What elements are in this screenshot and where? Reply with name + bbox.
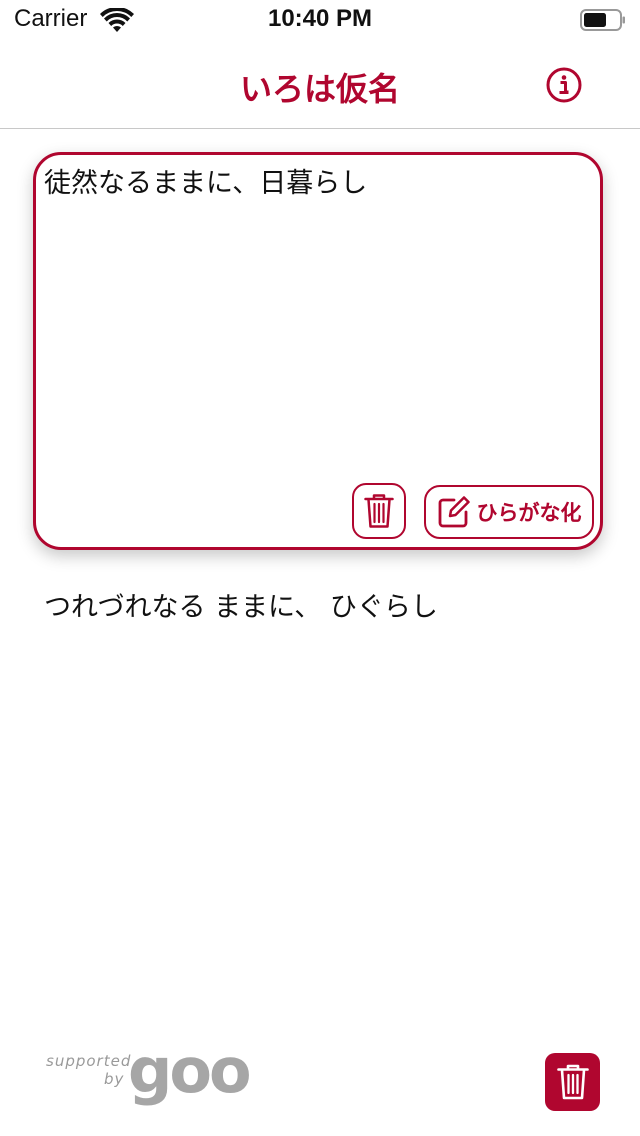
input-text-area[interactable]: 徒然なるままに、日暮らし ひらがな化 [33,152,603,550]
input-text[interactable]: 徒然なるままに、日暮らし [44,167,580,201]
page-title: いろは仮名 [239,70,400,108]
trash-icon [556,1064,589,1100]
supported-label: supported [46,1052,132,1070]
navigation-bar: いろは仮名 [0,40,640,129]
edit-square-icon [438,496,470,528]
by-label: by [104,1070,125,1088]
convert-button-label: ひらがな化 [476,501,582,525]
battery-icon [580,9,625,31]
status-time: 10:40 PM [267,5,373,32]
trash-icon [364,494,394,528]
status-bar: Carrier 10:40 PM [0,0,640,40]
result-text: つれづれなる ままに、 ひぐらし [44,592,438,623]
convert-to-hiragana-button[interactable]: ひらがな化 [424,485,594,539]
info-circle-icon[interactable] [546,67,582,103]
screen: Carrier 10:40 PM いろは仮名 徒然なるままに、日暮らし ひらがな… [0,0,640,1136]
supported-by-goo-logo[interactable]: supported by goo [46,1036,252,1110]
clear-input-button[interactable] [352,483,406,539]
clear-all-button[interactable] [545,1053,600,1111]
goo-logo: goo [128,1034,252,1107]
